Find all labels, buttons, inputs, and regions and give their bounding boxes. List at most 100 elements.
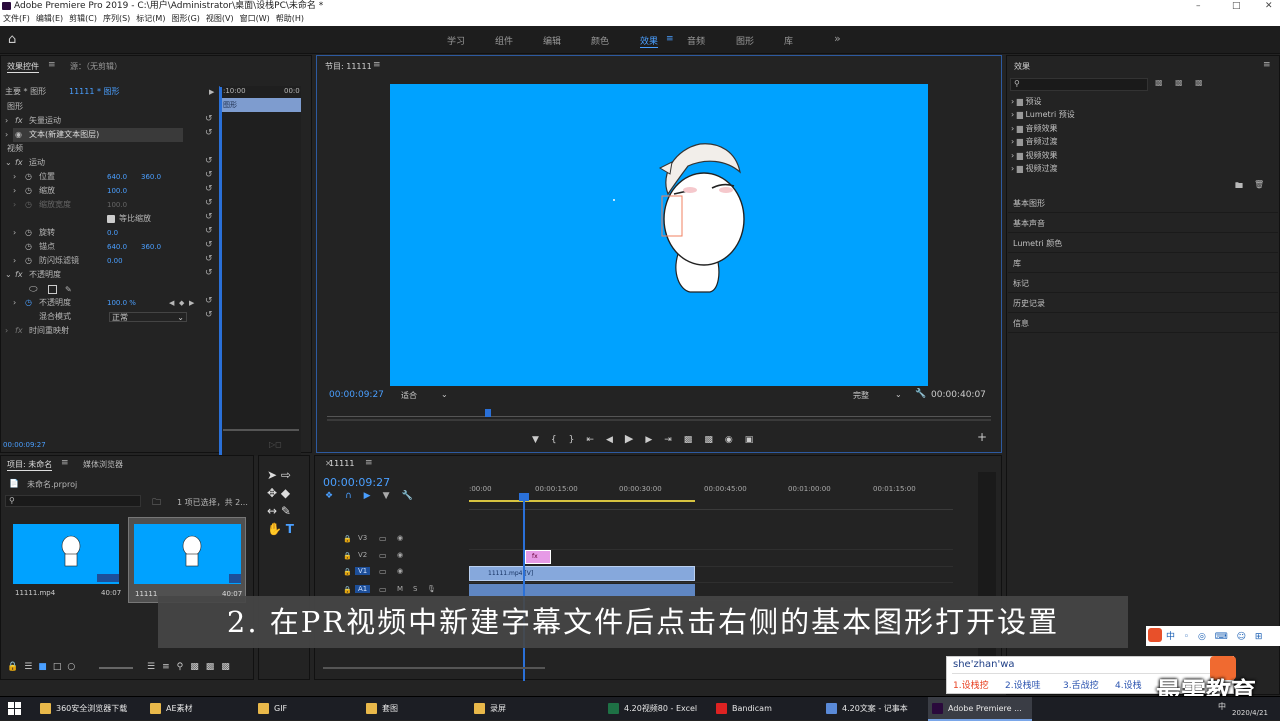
reset-icon[interactable]: ↺ [205, 254, 213, 264]
project-search-input[interactable]: ⚲ [5, 495, 141, 507]
expand-icon[interactable]: › [13, 296, 16, 310]
solo-icon[interactable]: S [413, 585, 417, 593]
step-back-icon[interactable]: ◀ [606, 435, 625, 445]
stopwatch-icon[interactable]: ◷ [25, 198, 32, 212]
quality-select[interactable]: 完整 ⌄ [853, 390, 905, 401]
lift-icon[interactable]: ▩ [684, 435, 705, 445]
tab-effect-controls[interactable]: 效果控件 [7, 61, 39, 73]
prev-keyframe-icon[interactable]: ◀ [169, 296, 174, 310]
taskbar-item-bandicam[interactable]: Bandicam [712, 697, 816, 721]
mute-icon[interactable]: M [397, 585, 403, 593]
accelerated-effects-icon[interactable]: ▩ [1155, 78, 1163, 87]
track-select-tool-icon[interactable]: ⇨ [281, 468, 291, 482]
anchor-y[interactable]: 360.0 [141, 240, 161, 254]
reset-icon[interactable]: ↺ [205, 156, 213, 166]
work-area-bar[interactable] [469, 500, 695, 502]
freeform-view-icon[interactable]: □ [53, 662, 68, 672]
lock-icon[interactable]: 🔒 [7, 662, 24, 672]
menu-item[interactable]: 标记(M) [136, 14, 165, 23]
tab-source[interactable]: 源：（无剪辑） [70, 61, 122, 72]
timeline-playhead[interactable] [523, 493, 525, 681]
automate-icon[interactable]: ≡ [162, 662, 177, 672]
taskbar-item-recording-folder[interactable]: 录屏 [470, 697, 574, 721]
eye-icon[interactable]: ◉ [15, 128, 22, 142]
sync-lock-icon[interactable]: ▭ [379, 534, 387, 543]
effects-folder-audio-transitions[interactable]: › ▆ 音频过渡 [1011, 136, 1057, 147]
panel-info[interactable]: 信息 [1013, 318, 1029, 329]
new-bin-icon[interactable]: 🖿 [1235, 180, 1243, 194]
wrench-icon[interactable]: 🔧 [915, 389, 926, 399]
reset-icon[interactable]: ↺ [205, 310, 213, 320]
ec-timecode[interactable]: 00:00:09:27 [3, 441, 46, 449]
sync-lock-icon[interactable]: ▭ [379, 551, 387, 560]
expand-icon[interactable]: › [13, 184, 16, 198]
reset-icon[interactable]: ↺ [205, 268, 213, 278]
stopwatch-icon[interactable]: ◷ [25, 296, 32, 310]
program-video-frame[interactable] [390, 84, 928, 386]
stopwatch-icon[interactable]: ◷ [25, 254, 32, 268]
settings-wrench-icon[interactable]: 🔧 [402, 491, 425, 501]
ime-candidate-4[interactable]: 4.设栈 [1115, 678, 1142, 691]
voiceover-icon[interactable]: 🎙 [427, 585, 436, 593]
icon-view-icon[interactable]: ■ [38, 662, 53, 672]
windows-start-icon[interactable] [8, 702, 22, 716]
workspace-effects[interactable]: 效果 [640, 34, 659, 48]
track-label[interactable]: V1 [355, 567, 371, 575]
stopwatch-icon[interactable]: ◷ [25, 170, 32, 184]
sync-lock-icon[interactable]: ▭ [379, 567, 387, 576]
scale-value[interactable]: 100.0 [107, 184, 127, 198]
taskbar-item-excel[interactable]: 4.20视频80 - Excel [604, 697, 708, 721]
lock-track-icon[interactable]: 🔒 [343, 535, 352, 543]
anchor-x[interactable]: 640.0 [107, 240, 127, 254]
effects-folder-preset[interactable]: › ▆ 预设 [1011, 96, 1041, 107]
taskbar-item-browser-download[interactable]: 360安全浏览器下载 [36, 697, 140, 721]
antiflicker-value[interactable]: 0.00 [107, 254, 123, 268]
snap-icon[interactable]: ∩ [345, 491, 364, 501]
workspace-audio[interactable]: 音频 [687, 34, 705, 47]
project-item[interactable]: 11111.mp4 40:07 [7, 520, 123, 602]
type-tool-icon[interactable]: T [286, 522, 294, 536]
stopwatch-icon[interactable]: ◷ [25, 240, 32, 254]
yuv-effects-icon[interactable]: ▩ [1195, 78, 1203, 87]
eye-icon[interactable]: ◉ [397, 567, 403, 575]
effects-search-input[interactable]: ⚲ [1010, 78, 1148, 91]
effects-folder-video-effects[interactable]: › ▆ 视频效果 [1011, 150, 1057, 161]
taskbar-item-ae-folder[interactable]: AE素材 [146, 697, 250, 721]
ime-toolbar[interactable]: 中 ◦ ◎ ⌨ ☺ ⊞ [1146, 626, 1280, 646]
reset-icon[interactable]: ↺ [205, 212, 213, 222]
panel-essential-graphics[interactable]: 基本图形 [1013, 198, 1045, 209]
checkbox-icon[interactable] [107, 215, 115, 223]
minimize-icon[interactable]: – [1196, 0, 1201, 12]
panel-menu-icon[interactable]: ≡ [373, 60, 381, 70]
32bit-effects-icon[interactable]: ▩ [1175, 78, 1183, 87]
hand-tool-icon[interactable]: ✋ [267, 522, 282, 536]
go-to-out-icon[interactable]: ⇥ [664, 435, 684, 445]
pen-mask-icon[interactable]: ✎ [65, 283, 72, 297]
workspace-menu-icon[interactable]: ≡ [666, 34, 674, 44]
reset-icon[interactable]: ↺ [205, 226, 213, 236]
reset-icon[interactable]: ↺ [205, 170, 213, 180]
fx-icon[interactable]: fx [15, 114, 23, 128]
reset-icon[interactable]: ↺ [205, 198, 213, 208]
tab-media-browser[interactable]: 媒体浏览器 [83, 459, 123, 470]
ec-playhead[interactable] [219, 87, 222, 457]
menu-item[interactable]: 文件(F) [3, 14, 30, 23]
panel-essential-sound[interactable]: 基本声音 [1013, 218, 1045, 229]
effects-folder-lumetri-preset[interactable]: › ▆ Lumetri 预设 [1011, 109, 1075, 120]
panel-markers[interactable]: 标记 [1013, 278, 1029, 289]
track-label[interactable]: V2 [355, 551, 370, 559]
play-only-icon[interactable]: ▶ [209, 85, 214, 99]
expand-icon[interactable]: › [5, 128, 8, 142]
expand-icon[interactable]: › [13, 254, 16, 268]
eye-icon[interactable]: ◉ [397, 551, 403, 559]
panel-menu-icon[interactable]: ≡ [61, 458, 69, 468]
fit-select[interactable]: 适合 ⌄ [401, 390, 457, 401]
panel-libraries[interactable]: 库 [1013, 258, 1021, 269]
expand-icon[interactable]: › [13, 170, 16, 184]
track-label[interactable]: V3 [355, 534, 370, 542]
eye-icon[interactable]: ◉ [397, 534, 403, 542]
expand-icon[interactable]: › [13, 226, 16, 240]
add-marker-icon[interactable]: ▼ [383, 491, 402, 501]
workspace-learn[interactable]: 学习 [447, 34, 465, 47]
pen-tool-icon[interactable]: ✎ [281, 504, 291, 518]
